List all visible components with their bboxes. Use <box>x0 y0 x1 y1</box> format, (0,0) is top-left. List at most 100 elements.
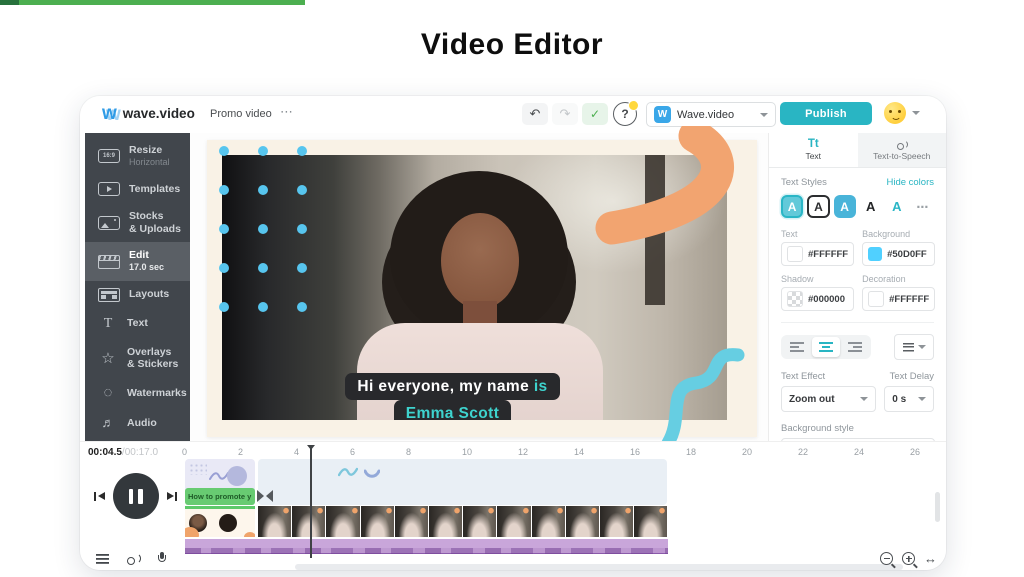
skip-back-button[interactable] <box>94 492 105 501</box>
timeline-scrollbar[interactable] <box>295 564 903 570</box>
text-style-button[interactable]: ⋯ <box>912 195 934 218</box>
color-hex-value: #FFFFFF <box>808 249 848 260</box>
align-right-button[interactable] <box>841 337 869 357</box>
tab-text-to-speech[interactable]: Text-to-Speech <box>858 133 947 167</box>
video-thumbnail[interactable] <box>326 506 359 537</box>
preview-canvas: Hi everyone, my name is Emma Scott <box>190 133 768 441</box>
sidebar-item[interactable]: T Text <box>85 309 190 339</box>
project-name[interactable]: Promo video <box>210 108 272 120</box>
overlay-clip-main[interactable] <box>258 459 667 505</box>
hide-colors-link[interactable]: Hide colors <box>886 177 934 188</box>
redo-button[interactable]: ↷ <box>552 103 578 125</box>
text-style-icon: Tt <box>808 139 819 151</box>
text-effect-select[interactable]: Zoom out <box>781 386 876 412</box>
logo-text: wave.video <box>123 106 195 121</box>
video-thumbnails <box>258 506 668 537</box>
video-thumbnail[interactable] <box>429 506 462 537</box>
text-style-button[interactable]: A <box>781 195 803 218</box>
sidebar-item[interactable]: Templates <box>85 175 190 203</box>
video-thumbnail[interactable] <box>463 506 496 537</box>
voiceover-tts-icon[interactable] <box>126 553 141 565</box>
sidebar-item-icon <box>98 182 120 196</box>
video-thumbnail[interactable] <box>532 506 565 537</box>
scene-list-icon[interactable] <box>96 554 109 564</box>
zoom-in-icon[interactable] <box>902 552 915 565</box>
video-thumbnail[interactable] <box>566 506 599 537</box>
sidebar-item[interactable]: ◌ Watermarks <box>85 378 190 408</box>
text-delay-select[interactable]: 0 s <box>884 386 934 412</box>
alignment-group <box>781 335 871 359</box>
align-right-icon <box>848 342 862 352</box>
text-style-button[interactable]: A <box>886 195 908 218</box>
ruler-tick: 2 <box>238 447 294 457</box>
sidebar-item[interactable]: Stocks & Uploads <box>85 203 190 242</box>
skip-forward-button[interactable] <box>167 492 178 501</box>
text-style-button[interactable]: A <box>807 195 829 218</box>
publish-button[interactable]: Publish <box>780 102 872 125</box>
timeline-ruler[interactable]: 0 2 4 6 8 10 12 14 16 18 20 22 <box>185 447 946 457</box>
workspace-selector[interactable]: W Wave.video <box>646 102 776 127</box>
video-thumbnail[interactable] <box>634 506 667 537</box>
help-button[interactable]: ? <box>613 102 637 126</box>
color-hex-value: #FFFFFF <box>889 294 929 305</box>
ruler-tick: 20 <box>742 447 798 457</box>
text-style-button[interactable]: A <box>860 195 882 218</box>
video-thumbnail[interactable] <box>600 506 633 537</box>
divider <box>781 322 934 323</box>
app-header: w wave.video Promo video ⋯ ↶ ↷ ✓ ? W Wav… <box>80 96 946 133</box>
sidebar-item[interactable]: Edit 17.0 sec <box>85 242 190 280</box>
wave-video-logo[interactable]: w wave.video <box>102 104 195 123</box>
text-settings-panel: Tt Text Text-to-Speech Text Styles Hide … <box>768 133 946 441</box>
audio-waveform-track[interactable] <box>185 539 668 554</box>
text-clip[interactable]: How to promote y <box>185 488 255 505</box>
sidebar-item[interactable]: ♬ Audio <box>85 408 190 438</box>
sidebar-item[interactable]: Layouts <box>85 281 190 309</box>
sidebar-item-label: Stocks & Uploads <box>129 210 190 235</box>
video-thumbnail[interactable] <box>361 506 394 537</box>
ruler-tick: 4 <box>294 447 350 457</box>
trim-handle-right-icon[interactable] <box>257 490 264 502</box>
undo-button[interactable]: ↶ <box>522 103 548 125</box>
zoom-out-icon[interactable] <box>880 552 893 565</box>
undo-icon: ↶ <box>530 106 541 122</box>
text-style-buttons: A A A A A ⋯ <box>781 195 934 218</box>
tab-text[interactable]: Tt Text <box>769 133 858 167</box>
vertical-scrollbar[interactable] <box>935 492 940 522</box>
pause-button[interactable] <box>113 473 159 519</box>
intro-clip-thumbnail[interactable] <box>185 506 255 537</box>
align-center-button[interactable] <box>812 337 840 357</box>
time-indicator: 00:04.5/00:17.0 <box>88 447 158 458</box>
trim-handle-left-icon[interactable] <box>266 490 273 502</box>
video-thumbnail[interactable] <box>497 506 530 537</box>
color-field-label: Background <box>862 229 935 239</box>
transport-controls <box>94 473 177 519</box>
caption-overlay[interactable]: Hi everyone, my name is Emma Scott <box>222 373 683 420</box>
color-hex-value: #000000 <box>808 294 845 305</box>
more-options-icon[interactable]: ⋯ <box>280 104 294 120</box>
color-swatch <box>787 291 803 307</box>
color-picker[interactable]: #FFFFFF <box>862 287 935 311</box>
color-hex-value: #50D0FF <box>887 249 927 260</box>
chevron-down-icon[interactable] <box>912 111 920 115</box>
line-spacing-dropdown[interactable] <box>894 334 934 360</box>
playhead[interactable] <box>310 445 312 558</box>
color-picker[interactable]: #50D0FF <box>862 242 935 266</box>
video-thumbnail[interactable] <box>395 506 428 537</box>
video-frame-background[interactable]: Hi everyone, my name is Emma Scott <box>207 140 757 437</box>
sidebar-item-icon: ♬ <box>98 415 118 431</box>
sidebar-item[interactable]: 16:9 Resize Horizontal <box>85 137 190 175</box>
video-thumbnail[interactable] <box>258 506 291 537</box>
fit-timeline-icon[interactable]: ↔ <box>924 553 937 564</box>
sidebar-item-label: Audio <box>127 417 189 430</box>
microphone-icon[interactable] <box>158 552 166 565</box>
align-left-button[interactable] <box>783 337 811 357</box>
sidebar-item[interactable]: ☆ Overlays & Stickers <box>85 339 190 378</box>
app-window: w wave.video Promo video ⋯ ↶ ↷ ✓ ? W Wav… <box>80 96 946 570</box>
color-picker[interactable]: #000000 <box>781 287 854 311</box>
color-picker[interactable]: #FFFFFF <box>781 242 854 266</box>
sidebar-item-label: Text <box>127 317 189 330</box>
text-style-button[interactable]: A <box>834 195 856 218</box>
clip-trim-handles[interactable] <box>257 490 273 502</box>
video-thumbnail[interactable] <box>292 506 325 537</box>
user-avatar-emoji[interactable] <box>884 102 906 124</box>
